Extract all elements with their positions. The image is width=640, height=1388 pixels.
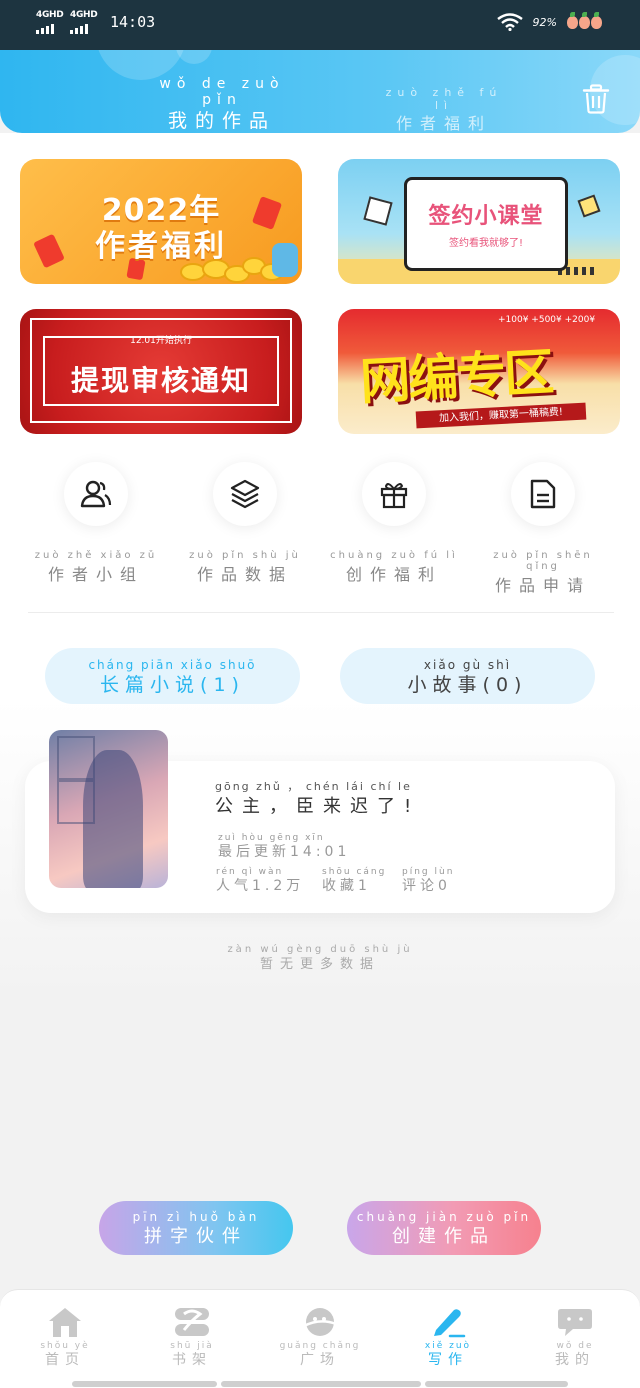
- writing-partner-button[interactable]: pīn zì huǒ bàn 拼字伙伴: [99, 1201, 293, 1255]
- bookshelf-icon: [175, 1308, 209, 1336]
- creation-welfare-text: 创作福利: [345, 565, 442, 584]
- creation-welfare-pinyin: chuàng zuò fú lì: [330, 550, 458, 561]
- home-icon: [49, 1308, 81, 1337]
- work-data-button[interactable]: [213, 462, 277, 526]
- tab-long-novel[interactable]: cháng piān xiǎo shuō 长篇小说(1): [45, 648, 300, 704]
- creation-welfare-label: chuàng zuò fú lì 创作福利: [329, 550, 459, 585]
- nav-home[interactable]: shǒu yè 首页: [20, 1306, 110, 1369]
- network-type-2: 4GHD: [70, 10, 98, 20]
- work-last-update-text: 最后更新14:01: [218, 844, 351, 860]
- planet-icon: [303, 1308, 337, 1336]
- banner-4-money: +100¥ +500¥ +200¥: [498, 315, 596, 325]
- gesture-bar-right: [425, 1381, 568, 1387]
- people-icon: [80, 480, 112, 508]
- status-bar: 4GHD 4GHD 14:03 92%: [0, 0, 640, 50]
- nav-bookshelf-label: 书架: [172, 1352, 212, 1368]
- document-icon: [530, 479, 556, 509]
- signal-2-icon: 4GHD: [70, 10, 98, 34]
- work-data-pinyin: zuò pǐn shù jù: [189, 550, 301, 561]
- nav-writing[interactable]: xiě zuò 写作: [403, 1306, 493, 1369]
- nav-mine-label: 我的: [555, 1352, 595, 1368]
- work-application-pinyin: zuò pǐn shēn qǐng: [493, 550, 593, 572]
- tab-author-welfare-label: 作者福利: [395, 114, 492, 133]
- work-application-button[interactable]: [511, 462, 575, 526]
- gesture-bar-center: [221, 1381, 421, 1387]
- trash-icon[interactable]: [582, 84, 610, 114]
- author-group-button[interactable]: [64, 462, 128, 526]
- tab-author-welfare-pinyin: zuò zhě fú lì: [385, 86, 503, 112]
- tab-short-story-label: 小故事(0): [407, 674, 528, 696]
- no-more-data: zàn wú gèng duō shù jù 暂无更多数据: [0, 944, 640, 972]
- tab-my-works-label: 我的作品: [167, 110, 276, 132]
- battery-peach-icon: [567, 11, 602, 29]
- work-title[interactable]: gōng zhǔ ， chén lái chí le 公主，臣来迟了!: [215, 778, 420, 818]
- nav-bookshelf[interactable]: shū jià 书架: [147, 1306, 237, 1369]
- banner-3-date: 12.01开始执行: [130, 336, 192, 346]
- work-data-text: 作品数据: [196, 565, 293, 584]
- create-work-label: 创建作品: [392, 1226, 496, 1247]
- battery-level: 92%: [532, 15, 557, 29]
- banner-signing-class[interactable]: 签约小课堂 签约看我就够了!: [338, 159, 620, 284]
- author-group-label: zuò zhě xiǎo zǔ 作者小组: [31, 550, 161, 585]
- writing-partner-label: 拼字伙伴: [144, 1226, 248, 1247]
- network-type-1: 4GHD: [36, 10, 64, 20]
- signal-1-icon: 4GHD: [36, 10, 64, 34]
- status-left: 4GHD 4GHD 14:03: [36, 10, 155, 34]
- status-time: 14:03: [110, 13, 156, 31]
- nav-square-label: 广场: [300, 1352, 340, 1368]
- work-cover-image[interactable]: [49, 730, 168, 888]
- author-group-text: 作者小组: [47, 565, 144, 584]
- work-last-update: zuì hòu gēng xīn 最后更新14:01: [218, 833, 350, 861]
- banner-4-title: 网编专区: [358, 343, 554, 411]
- work-favorites: shōu cáng 收藏1: [322, 867, 386, 895]
- work-application-text: 作品申请: [494, 576, 591, 595]
- nav-home-label: 首页: [45, 1352, 85, 1368]
- author-group-pinyin: zuò zhě xiǎo zǔ: [34, 550, 158, 561]
- banner-2-subtitle: 签约看我就够了!: [448, 238, 523, 249]
- work-title-text: 公主，臣来迟了!: [215, 796, 421, 817]
- work-application-label: zuò pǐn shēn qǐng 作品申请: [478, 550, 608, 596]
- divider: [28, 612, 614, 613]
- tab-short-story[interactable]: xiǎo gù shì 小故事(0): [340, 648, 595, 704]
- pen-icon: [434, 1309, 466, 1338]
- work-favorites-text: 收藏1: [322, 878, 371, 894]
- nav-writing-label: 写作: [428, 1352, 468, 1368]
- banner-2-card: 签约小课堂 签约看我就够了!: [404, 177, 568, 271]
- gesture-bar-left: [72, 1381, 217, 1387]
- work-popularity-text: 人气1.2万: [216, 878, 305, 894]
- work-comments-text: 评论0: [402, 878, 451, 894]
- work-popularity: rén qì wàn 人气1.2万: [216, 867, 304, 895]
- nav-mine[interactable]: wǒ de 我的: [530, 1306, 620, 1369]
- work-data-label: zuò pǐn shù jù 作品数据: [180, 550, 310, 585]
- creation-welfare-button[interactable]: [362, 462, 426, 526]
- create-work-button[interactable]: chuàng jiàn zuò pǐn 创建作品: [347, 1201, 541, 1255]
- tab-long-novel-label: 长篇小说(1): [100, 674, 245, 696]
- no-more-data-text: 暂无更多数据: [259, 957, 380, 972]
- gift-icon: [380, 483, 408, 509]
- tab-my-works[interactable]: wǒ de zuò pǐn 我的作品: [152, 76, 292, 133]
- layers-icon: [230, 479, 260, 509]
- banner-author-welfare-2022[interactable]: 2022年 作者福利: [20, 159, 302, 284]
- header: wǒ de zuò pǐn 我的作品 zuò zhě fú lì 作者福利: [0, 50, 640, 133]
- wifi-icon: [496, 13, 523, 31]
- tab-my-works-pinyin: wǒ de zuò pǐn: [159, 76, 285, 108]
- nav-square[interactable]: guǎng chǎng 广场: [275, 1306, 365, 1369]
- tab-author-welfare[interactable]: zuò zhě fú lì 作者福利: [384, 86, 504, 133]
- banner-3-title: 提现审核通知: [70, 364, 251, 397]
- work-comments: píng lùn 评论0: [402, 867, 454, 895]
- status-right: 92%: [496, 11, 602, 31]
- banner-2-title: 签约小课堂: [428, 204, 544, 229]
- chat-icon: [558, 1309, 592, 1336]
- banner-editor-zone[interactable]: +100¥ +500¥ +200¥ 网编专区 加入我们，赚取第一桶稿费!: [338, 309, 620, 434]
- banner-withdraw-notice[interactable]: 12.01开始执行 提现审核通知: [20, 309, 302, 434]
